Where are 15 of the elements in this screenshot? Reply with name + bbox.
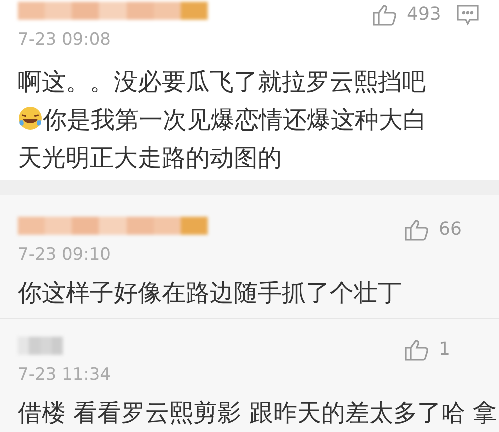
comment-time: 7-23 09:10 xyxy=(18,247,111,264)
blurred-username xyxy=(18,337,63,355)
comment-text: 啊这。。没必要瓜飞了就拉罗云熙挡吧 你是我第一次见爆恋情还爆这种大白天光明正大走路的动图的 xyxy=(18,67,428,174)
thumbs-up-icon xyxy=(373,4,397,26)
thumbs-up-icon xyxy=(405,219,429,241)
like-count: 66 xyxy=(439,221,463,239)
thumbs-up-icon xyxy=(405,339,429,361)
comment-icon[interactable] xyxy=(457,4,479,26)
comment-time: 7-23 11:34 xyxy=(18,367,111,384)
comment-text: 借楼 看看罗云熙剪影 跟昨天的差太多了哈 拿 xyxy=(18,398,497,429)
like-count: 493 xyxy=(407,6,442,24)
comment-time: 7-23 09:08 xyxy=(18,32,111,49)
comment-text: 你这样子好像在路边随手抓了个壮丁 xyxy=(18,278,402,309)
laughing-emoji-icon xyxy=(18,106,43,131)
like-count: 1 xyxy=(439,341,452,359)
